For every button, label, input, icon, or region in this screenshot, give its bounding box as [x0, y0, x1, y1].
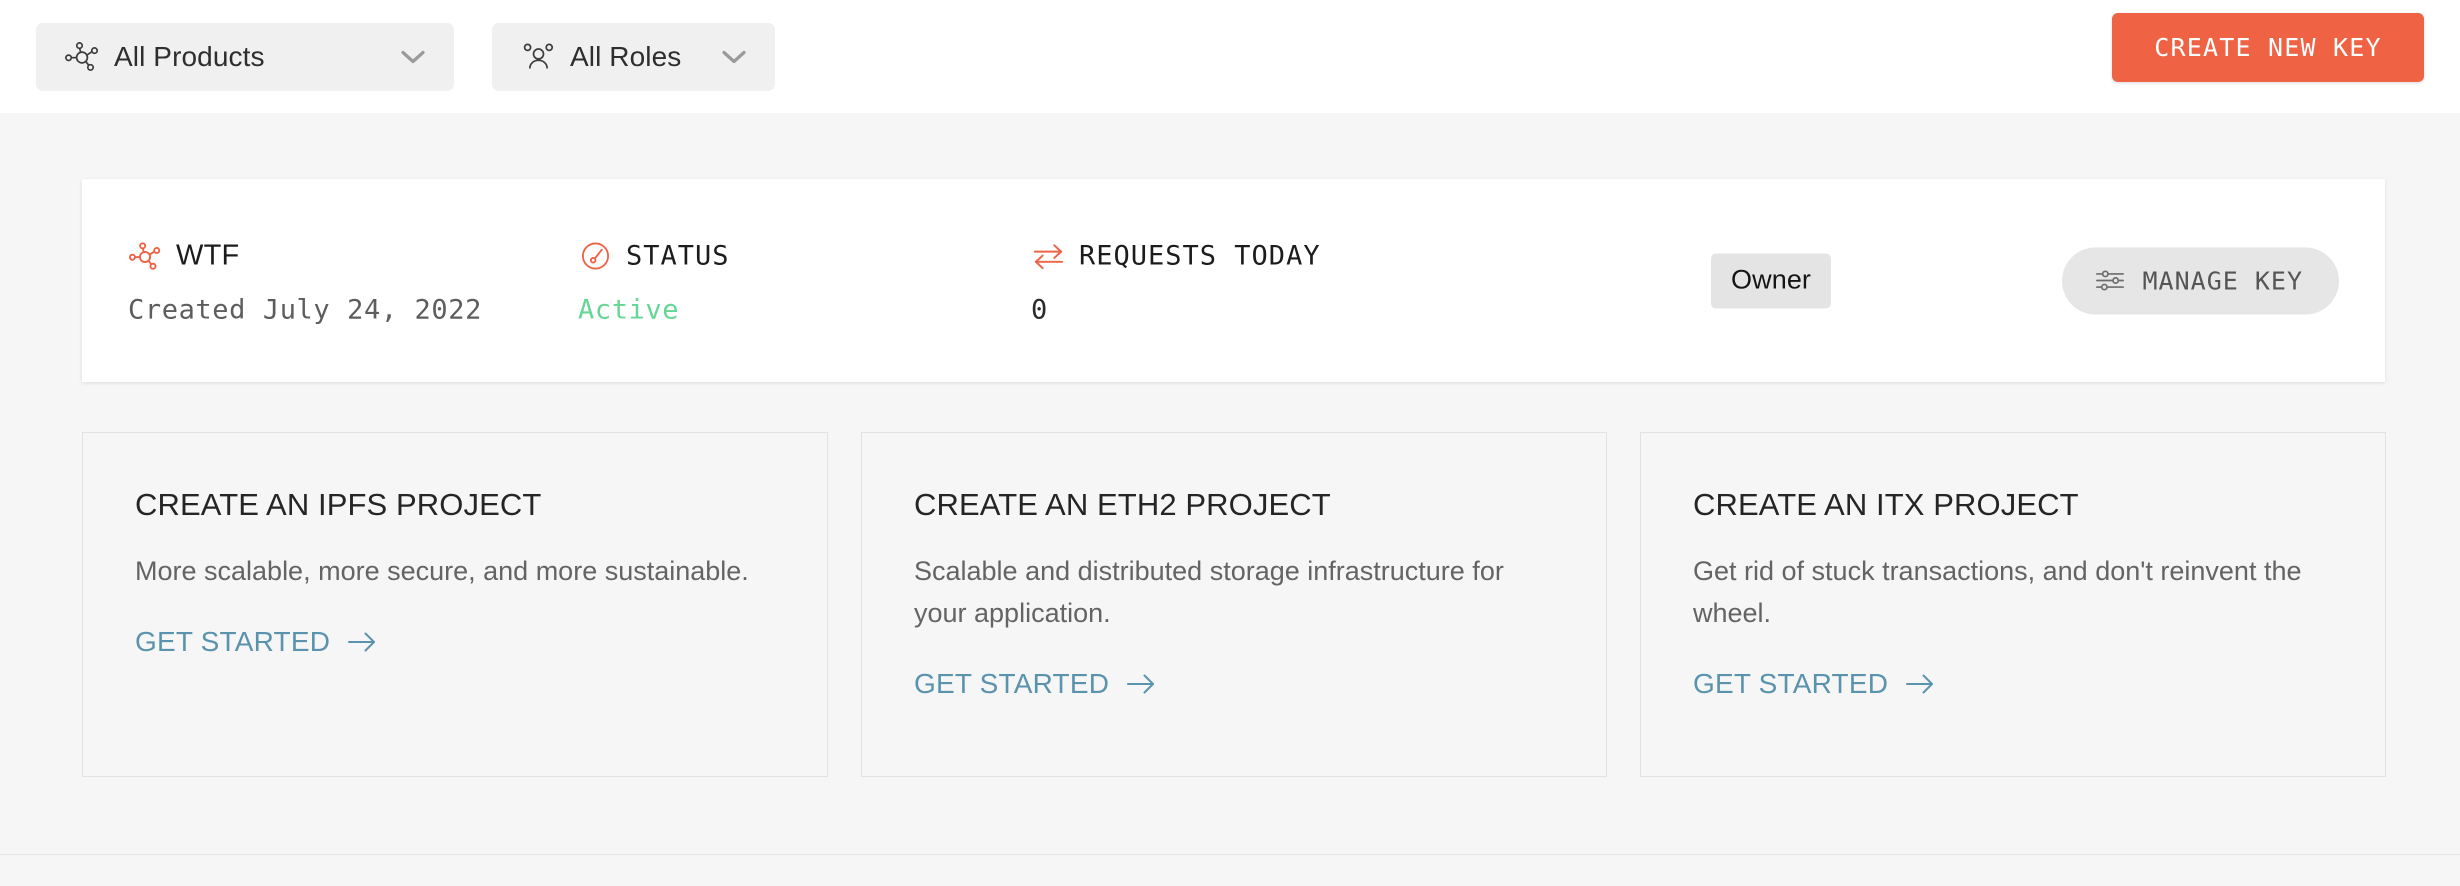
requests-label: REQUESTS TODAY: [1079, 240, 1321, 272]
get-started-label: GET STARTED: [135, 626, 331, 657]
get-started-label: GET STARTED: [914, 668, 1110, 699]
project-card-eth2[interactable]: CREATE AN ETH2 PROJECT Scalable and dist…: [861, 432, 1607, 777]
get-started-link[interactable]: GET STARTED: [914, 668, 1156, 700]
filter-dropdown-roles[interactable]: All Roles: [492, 22, 775, 91]
network-nodes-icon: [64, 40, 100, 74]
project-cards-row: CREATE AN IPFS PROJECT More scalable, mo…: [82, 432, 2386, 777]
top-toolbar: All Products All Roles CREATE NEW KEY: [0, 0, 2460, 113]
requests-value: 0: [1031, 294, 1048, 325]
key-name-heading: WTF: [128, 236, 482, 276]
users-group-icon: [520, 40, 556, 74]
manage-key-button[interactable]: MANAGE KEY: [2062, 247, 2339, 314]
filter-group: All Products All Roles: [36, 22, 775, 91]
api-keys-page: All Products All Roles CREATE NEW KEY WT…: [0, 0, 2460, 886]
key-name-column: WTF Created July 24, 2022: [128, 236, 482, 326]
chevron-down-icon: [719, 42, 749, 72]
project-card-title: CREATE AN ETH2 PROJECT: [914, 487, 1331, 522]
key-requests-column: REQUESTS TODAY 0: [1031, 236, 1321, 326]
role-badge-owner: Owner: [1711, 253, 1832, 308]
exchange-arrows-icon: [1031, 239, 1065, 273]
chevron-down-icon: [398, 42, 428, 72]
project-card-description: More scalable, more secure, and more sus…: [135, 556, 749, 586]
project-card-description: Scalable and distributed storage infrast…: [914, 556, 1504, 628]
filter-label-products: All Products: [114, 40, 265, 72]
gauge-icon: [578, 239, 612, 273]
arrow-right-icon: [1126, 671, 1156, 697]
arrow-right-icon: [347, 629, 377, 655]
requests-heading: REQUESTS TODAY: [1031, 236, 1321, 276]
manage-key-label: MANAGE KEY: [2142, 266, 2303, 295]
network-nodes-icon: [128, 239, 162, 273]
filter-label-roles: All Roles: [570, 40, 682, 72]
status-label: STATUS: [626, 240, 730, 272]
key-status-column: STATUS Active: [578, 236, 730, 326]
arrow-right-icon: [1905, 671, 1935, 697]
project-card-title: CREATE AN IPFS PROJECT: [135, 487, 542, 522]
api-key-summary-card: WTF Created July 24, 2022 STATUS Active: [82, 179, 2385, 382]
status-value: Active: [578, 294, 680, 325]
get-started-label: GET STARTED: [1693, 668, 1889, 699]
get-started-link[interactable]: GET STARTED: [1693, 668, 1935, 700]
key-name: WTF: [176, 239, 240, 272]
key-created-date: Created July 24, 2022: [128, 294, 482, 325]
page-bottom-divider: [0, 854, 2460, 855]
get-started-link[interactable]: GET STARTED: [135, 626, 377, 658]
key-status-heading: STATUS: [578, 236, 730, 276]
filter-dropdown-products[interactable]: All Products: [36, 22, 454, 91]
project-card-itx[interactable]: CREATE AN ITX PROJECT Get rid of stuck t…: [1640, 432, 2386, 777]
sliders-icon: [2094, 265, 2126, 297]
project-card-title: CREATE AN ITX PROJECT: [1693, 487, 2079, 522]
project-card-description: Get rid of stuck transactions, and don't…: [1693, 556, 2302, 628]
project-card-ipfs[interactable]: CREATE AN IPFS PROJECT More scalable, mo…: [82, 432, 828, 777]
create-new-key-button[interactable]: CREATE NEW KEY: [2112, 13, 2424, 82]
